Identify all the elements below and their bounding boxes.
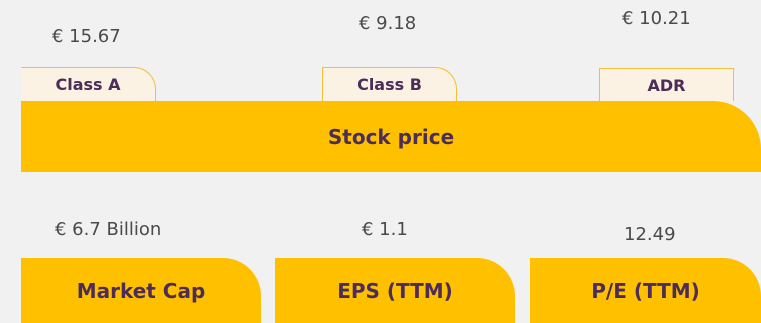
market-cap-label: Market Cap <box>76 278 206 303</box>
adr-tab-label: ADR <box>647 75 686 95</box>
adr-price-value: € 10.21 <box>622 8 691 29</box>
class-a-price-value: € 15.67 <box>52 26 121 47</box>
class-b-tab-label: Class B <box>357 75 422 94</box>
class-a-tab: Class A <box>21 67 156 101</box>
eps-value: € 1.1 <box>362 219 408 240</box>
adr-tab: ADR <box>599 68 734 101</box>
eps-label: EPS (TTM) <box>337 278 453 303</box>
market-cap-tile: Market Cap <box>21 258 261 323</box>
class-b-tab: Class B <box>322 67 457 101</box>
pe-label: P/E (TTM) <box>591 278 700 303</box>
stock-price-title: Stock price <box>327 124 455 149</box>
class-b-price-value: € 9.18 <box>359 13 417 34</box>
market-cap-value: € 6.7 Billion <box>55 219 162 240</box>
pe-value: 12.49 <box>624 224 676 245</box>
stock-price-banner: Stock price <box>21 101 761 172</box>
eps-tile: EPS (TTM) <box>275 258 515 323</box>
pe-tile: P/E (TTM) <box>530 258 761 323</box>
class-a-tab-label: Class A <box>55 75 121 94</box>
